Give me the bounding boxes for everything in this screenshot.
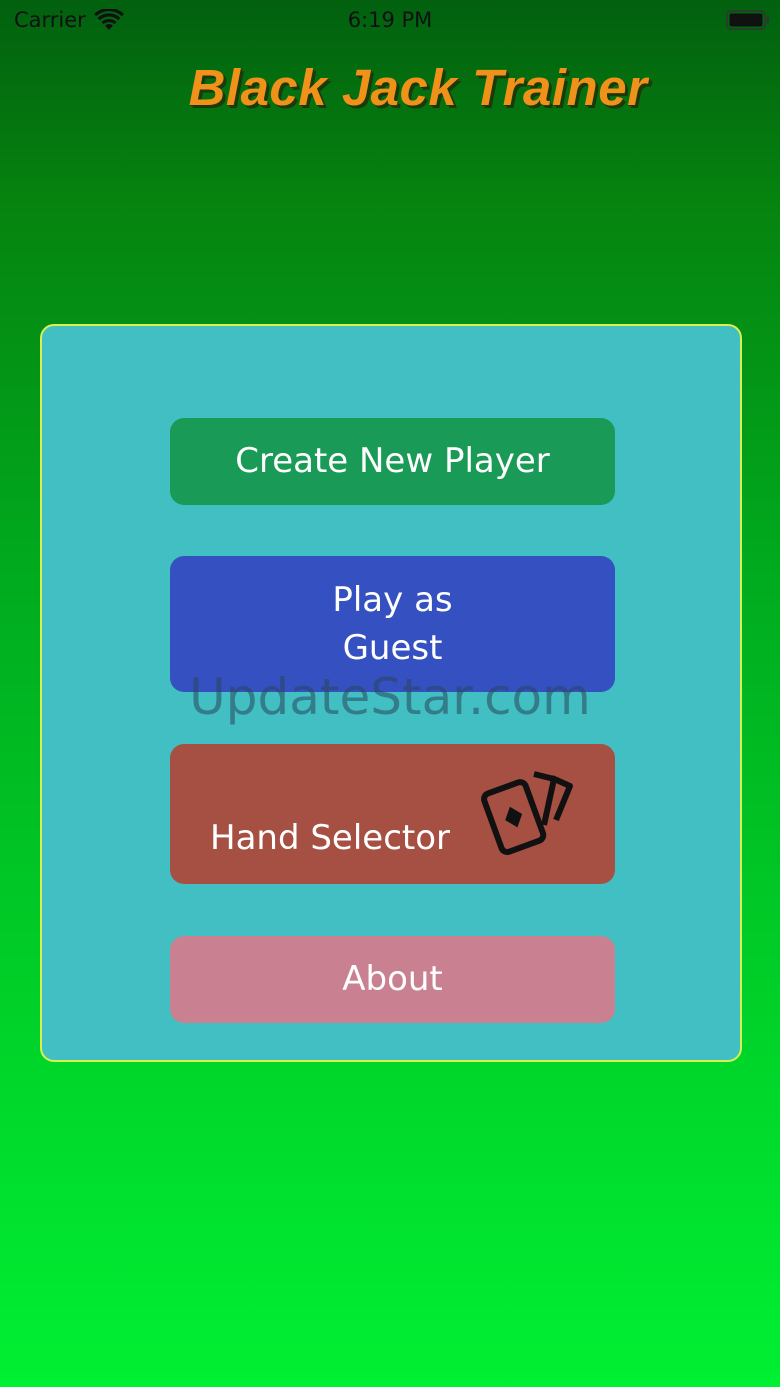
battery-icon	[726, 10, 770, 30]
app-title: Black Jack Trainer	[188, 59, 648, 116]
status-bar: Carrier 6:19 PM	[0, 0, 780, 42]
play-as-guest-button[interactable]: Play as Guest	[170, 556, 615, 692]
about-button[interactable]: About	[170, 936, 615, 1023]
app-screen: Carrier 6:19 PM Black Jack Trainer Creat…	[0, 0, 780, 1387]
hand-selector-label: Hand Selector	[210, 818, 451, 858]
status-time: 6:19 PM	[347, 8, 433, 32]
playing-cards-icon	[478, 770, 574, 856]
create-new-player-button[interactable]: Create New Player	[170, 418, 615, 505]
menu-panel: Create New Player Play as Guest Hand Sel…	[40, 324, 742, 1062]
hand-selector-button[interactable]: Hand Selector	[170, 744, 615, 884]
create-new-player-label: Create New Player	[235, 441, 550, 481]
about-label: About	[342, 959, 443, 999]
play-as-guest-label-line1: Play as	[332, 580, 453, 620]
play-as-guest-label-line2: Guest	[342, 628, 443, 668]
